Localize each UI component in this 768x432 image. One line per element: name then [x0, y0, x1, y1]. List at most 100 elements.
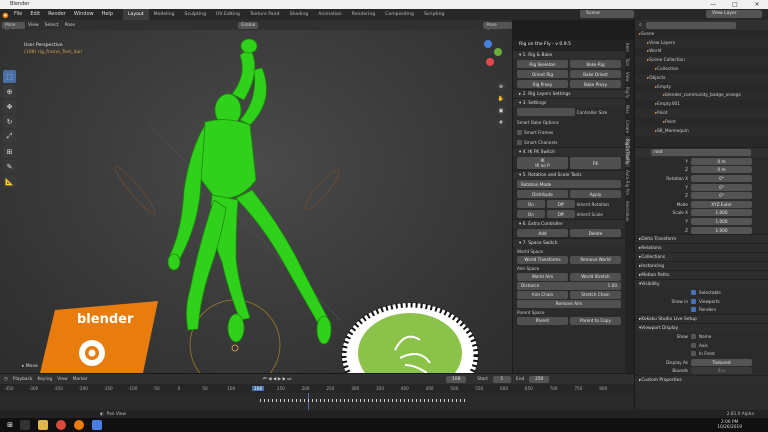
- stretch-chain-button[interactable]: Stretch Chain: [570, 290, 621, 299]
- tab-sculpting[interactable]: Sculpting: [180, 9, 211, 20]
- start-frame-field[interactable]: 1: [492, 375, 511, 383]
- outliner-row[interactable]: ▸ Empty: [635, 83, 768, 92]
- filter-icon[interactable]: ⌕: [639, 22, 642, 28]
- menu-view[interactable]: View: [25, 23, 42, 28]
- outliner-row[interactable]: ▸ View Layers: [635, 38, 768, 48]
- inherit-scale-on[interactable]: On: [517, 210, 545, 218]
- rotation-mode-dropdown[interactable]: Rotation Mode: [517, 180, 621, 188]
- tab-rendering[interactable]: Rendering: [347, 9, 380, 20]
- taskbar-blender-icon[interactable]: [74, 420, 84, 430]
- blender-logo-icon[interactable]: [0, 9, 10, 20]
- section-live-setup[interactable]: ▸ Kokoku Studio Live Setup: [635, 314, 768, 324]
- tab-view[interactable]: View: [625, 69, 630, 85]
- move-tool-icon[interactable]: ✥: [3, 100, 16, 113]
- tab-misc[interactable]: Misc: [625, 102, 630, 117]
- menu-playback[interactable]: Playback: [13, 377, 33, 382]
- ik-button[interactable]: IK IK no P: [517, 157, 568, 169]
- bounds-dropdown[interactable]: Box: [691, 367, 752, 375]
- rotation-x-field[interactable]: 0°: [691, 174, 752, 182]
- orient-rig-button[interactable]: Orient Rig: [517, 70, 568, 78]
- section-delta-transform[interactable]: ▸ Delta Transform: [635, 234, 768, 244]
- outliner-row[interactable]: ▸ World: [635, 48, 768, 57]
- section-viewport-display[interactable]: ▾ Viewport Display: [635, 323, 768, 333]
- annotate-tool-icon[interactable]: ✎: [3, 160, 16, 173]
- tab-auto-rig-pro[interactable]: Auto-Rig Pro: [625, 167, 630, 198]
- pan-hand-icon[interactable]: ✋: [496, 94, 506, 104]
- tab-animation[interactable]: Animation: [313, 9, 346, 20]
- aim-chain-button[interactable]: Aim Chain: [517, 290, 568, 299]
- scale-z-field[interactable]: 1.000: [691, 226, 752, 234]
- section-rig-bake[interactable]: ▾ 1. Rig & Bake: [513, 50, 625, 59]
- outliner-search-input[interactable]: [645, 21, 736, 29]
- fk-button[interactable]: FK: [570, 157, 621, 169]
- tab-item[interactable]: Item: [625, 40, 630, 55]
- cursor-tool-icon[interactable]: ⊕: [3, 85, 16, 98]
- apply-button[interactable]: Apply: [570, 190, 621, 198]
- rotation-y-field[interactable]: 0°: [691, 183, 752, 191]
- grid-icon[interactable]: #: [496, 118, 506, 128]
- section-relations[interactable]: ▸ Relations: [635, 243, 768, 253]
- menu-render[interactable]: Render: [44, 9, 70, 20]
- outliner-row[interactable]: ▸ Scene Collection: [635, 56, 768, 66]
- remove-world-button[interactable]: Remove World: [570, 255, 621, 264]
- rotation-mode-dropdown-prop[interactable]: XYZ Euler: [691, 200, 752, 208]
- object-name-field[interactable]: root: [651, 149, 751, 156]
- timeline-track[interactable]: [0, 393, 634, 410]
- taskbar-explorer-icon[interactable]: [38, 420, 48, 430]
- axis-checkbox[interactable]: [691, 342, 696, 348]
- parent-button[interactable]: Parent: [517, 316, 568, 325]
- last-operator-panel[interactable]: ▸ Move: [22, 364, 38, 369]
- parent-to-copy-button[interactable]: Parent to Copy: [570, 316, 621, 325]
- inherit-rotation-on[interactable]: On: [517, 200, 545, 208]
- camera-icon[interactable]: ▣: [496, 106, 506, 116]
- taskbar-search-icon[interactable]: [20, 420, 30, 430]
- section-collections[interactable]: ▸ Collections: [635, 252, 768, 262]
- taskbar-chrome-icon[interactable]: [56, 420, 66, 430]
- select-box-tool-icon[interactable]: ⬚: [3, 70, 16, 83]
- add-controller-button[interactable]: Add: [517, 229, 568, 237]
- tab-uv-editing[interactable]: UV Editing: [211, 9, 245, 20]
- menu-select[interactable]: Select: [42, 23, 62, 28]
- playback-controls[interactable]: ⏮ ◀ ◀ ▶ ▶ ⏭: [263, 376, 291, 382]
- tab-shading[interactable]: Shading: [285, 9, 314, 20]
- section-visibility[interactable]: ▾ Visibility: [635, 279, 768, 289]
- distribute-button[interactable]: Distribute: [517, 190, 568, 198]
- taskbar-app-icon[interactable]: [92, 420, 102, 430]
- scale-tool-icon[interactable]: ⤢: [3, 130, 16, 143]
- delete-controller-button[interactable]: Delete: [570, 229, 621, 237]
- distance-field[interactable]: Distance 1.00: [517, 281, 621, 290]
- orientation-selector[interactable]: Global: [237, 21, 259, 29]
- tab-compositing[interactable]: Compositing: [380, 9, 419, 20]
- zoom-icon[interactable]: ⊕: [496, 82, 506, 92]
- location-y-field[interactable]: 0 m: [691, 157, 752, 165]
- measure-tool-icon[interactable]: 📐: [3, 175, 16, 188]
- rotation-z-field[interactable]: 0°: [691, 192, 752, 200]
- menu-pose[interactable]: Pose: [62, 23, 78, 28]
- outliner-row[interactable]: ▸ SK_Mannequin: [635, 126, 768, 136]
- menu-edit[interactable]: Edit: [26, 9, 44, 20]
- tab-tool[interactable]: Tool: [625, 55, 630, 69]
- section-rotation-scale[interactable]: ▾ 5. Rotation and Scale Tools: [513, 170, 625, 179]
- remove-aim-button[interactable]: Remove Aim: [517, 299, 621, 308]
- outliner-row[interactable]: ▸ blender_community_badge_orange: [635, 91, 768, 101]
- name-checkbox[interactable]: [691, 333, 696, 339]
- windows-start-icon[interactable]: ⊞: [4, 419, 16, 431]
- section-custom-properties[interactable]: ▸ Custom Properties: [635, 375, 768, 385]
- menu-marker[interactable]: Marker: [73, 377, 88, 382]
- section-rig-layers[interactable]: ▸ 2. Rig Layers Settings: [513, 89, 625, 98]
- menu-timeline-view[interactable]: View: [57, 377, 67, 382]
- inherit-scale-off[interactable]: Off: [546, 210, 575, 218]
- in-front-checkbox[interactable]: [691, 351, 696, 357]
- viewports-checkbox[interactable]: [691, 298, 696, 304]
- display-as-dropdown[interactable]: Textured: [691, 358, 752, 366]
- menu-file[interactable]: File: [10, 9, 26, 20]
- timeline-editor-icon[interactable]: ◷: [4, 377, 8, 382]
- rig-skeleton-button[interactable]: Rig Skeleton: [517, 60, 568, 68]
- location-z-field[interactable]: 0 m: [691, 166, 752, 174]
- section-motion-paths[interactable]: ▸ Motion Paths: [635, 270, 768, 280]
- close-button[interactable]: ✕: [746, 0, 768, 9]
- menu-window[interactable]: Window: [70, 9, 98, 20]
- pose-options-button[interactable]: Pose Options: [483, 21, 512, 35]
- renders-checkbox[interactable]: [691, 307, 696, 313]
- tab-rig-on-the-fly[interactable]: RigOnTheFly: [625, 135, 630, 168]
